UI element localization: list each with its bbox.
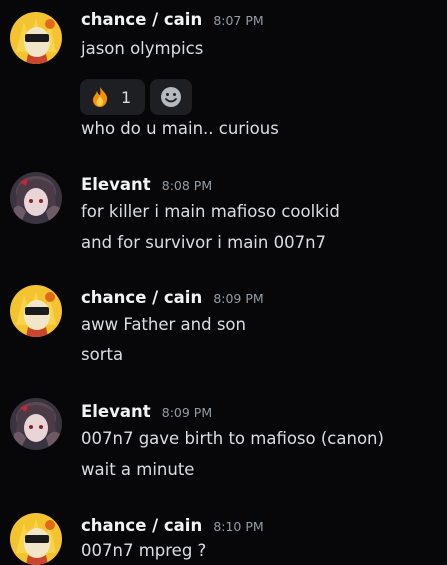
avatar[interactable] xyxy=(10,172,62,224)
message-text: who do u main.. curious xyxy=(81,119,279,138)
timestamp[interactable]: 8:10 PM xyxy=(213,519,263,534)
avatar[interactable] xyxy=(10,285,62,337)
message-header: Elevant 8:08 PM xyxy=(81,175,212,194)
chance-avatar-icon xyxy=(10,285,62,337)
chance-avatar-icon xyxy=(10,12,62,64)
message-header: chance / cain 8:07 PM xyxy=(81,10,264,29)
chance-avatar-icon xyxy=(10,513,62,565)
message-text: sorta xyxy=(81,345,124,364)
timestamp[interactable]: 8:08 PM xyxy=(162,178,212,193)
username[interactable]: Elevant xyxy=(81,175,151,194)
message-text: aww Father and son xyxy=(81,315,246,334)
username[interactable]: chance / cain xyxy=(81,288,202,307)
elevant-avatar-icon xyxy=(10,172,62,224)
avatar[interactable] xyxy=(10,513,62,565)
message-text: 007n7 gave birth to mafioso (canon) xyxy=(81,429,384,448)
username[interactable]: Elevant xyxy=(81,402,151,421)
message-text: and for survivor i main 007n7 xyxy=(81,233,327,252)
fire-emoji-icon xyxy=(89,86,111,108)
message-text: wait a minute xyxy=(81,460,195,479)
add-reaction-button[interactable] xyxy=(150,79,192,115)
message-text: 007n7 mpreg ? xyxy=(81,541,207,560)
username[interactable]: chance / cain xyxy=(81,516,202,535)
timestamp[interactable]: 8:07 PM xyxy=(213,13,263,28)
timestamp[interactable]: 8:09 PM xyxy=(162,405,212,420)
message-header: chance / cain 8:09 PM xyxy=(81,288,264,307)
avatar[interactable] xyxy=(10,398,62,450)
message-text: for killer i main mafioso coolkid xyxy=(81,202,340,221)
timestamp[interactable]: 8:09 PM xyxy=(213,291,263,306)
add-reaction-smiley-icon xyxy=(160,86,182,108)
reaction-fire[interactable]: 1 xyxy=(80,79,145,115)
elevant-avatar-icon xyxy=(10,398,62,450)
message-header: chance / cain 8:10 PM xyxy=(81,516,264,535)
message-header: Elevant 8:09 PM xyxy=(81,402,212,421)
username[interactable]: chance / cain xyxy=(81,10,202,29)
avatar[interactable] xyxy=(10,12,62,64)
reaction-count: 1 xyxy=(121,87,132,107)
message-text: jason olympics xyxy=(81,39,204,58)
